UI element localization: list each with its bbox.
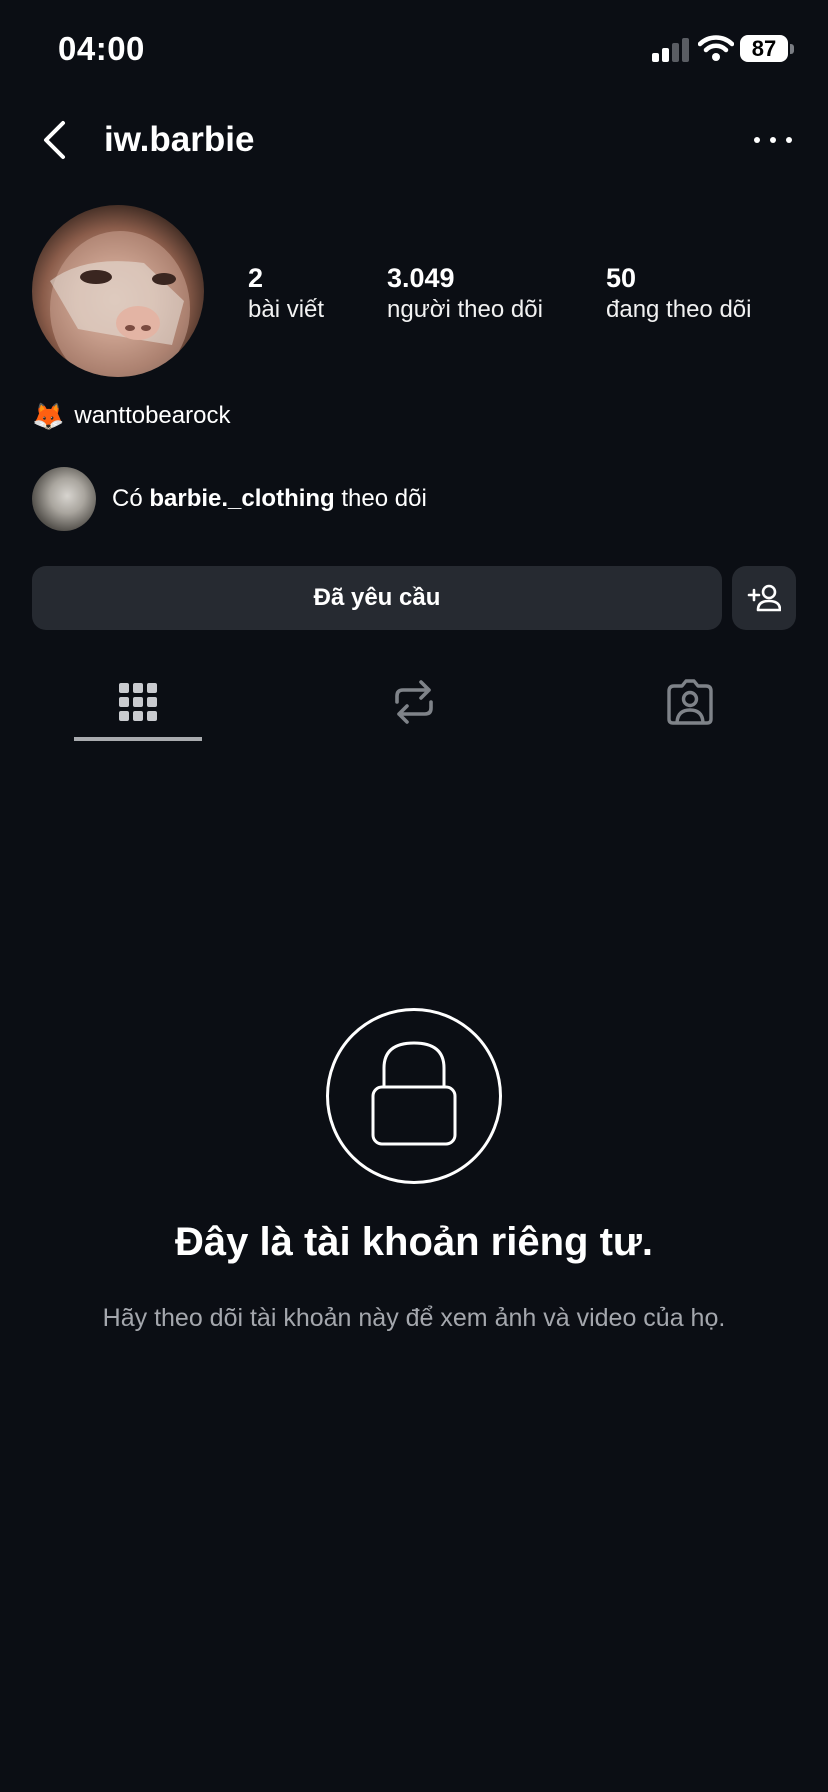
followed-by-prefix: Có [112,485,143,512]
followed-by-suffix: theo dõi [341,485,427,512]
stat-posts-value: 2 [248,263,264,293]
requested-button[interactable]: Đã yêu cầu [32,566,722,630]
private-account-title: Đây là tài khoản riêng tư. [175,1220,653,1264]
stat-following[interactable]: 50 đang theo dõi [606,262,751,326]
battery-indicator: 87 [740,35,788,62]
stat-following-label: đang theo dõi [606,296,752,323]
fox-emoji-icon: 🦊 [32,400,65,431]
stat-followers-value: 3.049 [387,263,455,293]
profile-avatar[interactable] [32,205,204,377]
add-person-icon [747,584,781,612]
profile-tabs [0,660,828,744]
grid-icon [119,683,157,721]
suggest-users-button[interactable] [732,566,796,630]
stat-posts[interactable]: 2 bài viết [248,262,324,326]
back-arrow-icon[interactable] [32,115,82,165]
tab-tagged[interactable] [621,660,759,744]
tagged-icon [667,679,713,725]
followed-by-row[interactable]: Có barbie._clothing theo dõi [32,466,427,532]
status-bar: 04:00 87 [0,0,828,100]
stat-followers-label: người theo dõi [387,296,543,323]
tab-reposts[interactable] [345,660,483,744]
more-options-icon[interactable] [748,118,798,162]
stat-posts-label: bài viết [248,296,325,323]
profile-username: iw.barbie [104,120,255,159]
followed-by-name[interactable]: barbie._clothing [149,485,334,513]
status-time: 04:00 [58,30,145,67]
profile-page: 04:00 87 iw.barbie 2 bài viết 3.049 ngườ… [0,0,828,1792]
signal-icon [652,38,690,62]
active-tab-indicator [74,737,202,741]
avatar-photo [50,231,190,377]
private-account-subtitle: Hãy theo dõi tài khoản này để xem ảnh và… [102,1304,726,1332]
bio-text: wanttobearock [74,402,231,429]
lock-icon [371,1041,457,1146]
profile-bio: 🦊 wanttobearock [32,398,230,434]
profile-header: iw.barbie [0,100,828,180]
repost-icon [395,680,433,724]
tab-posts-grid[interactable] [69,660,207,744]
wifi-icon [698,35,734,61]
battery-tip [790,44,794,54]
mutual-follower-avatar [32,467,96,531]
private-lock-circle [326,1008,502,1184]
stat-followers[interactable]: 3.049 người theo dõi [387,262,543,326]
stat-following-value: 50 [606,263,637,293]
